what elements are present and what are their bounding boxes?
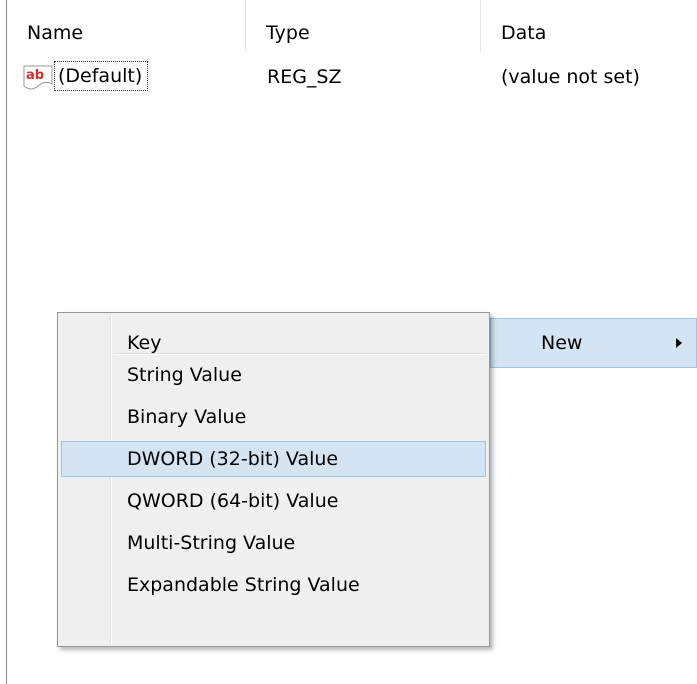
menu-item-binary-value[interactable]: Binary Value [61,399,486,435]
registry-values-pane: Name Type Data ab (Default) REG_SZ (valu… [0,0,697,684]
value-type: REG_SZ [267,66,342,88]
menu-item-multi-string-value[interactable]: Multi-String Value [61,525,486,561]
menu-item-label: String Value [127,364,242,386]
menu-item-expandable-string-value[interactable]: Expandable String Value [61,567,486,603]
menu-item-label: Binary Value [127,406,247,428]
menu-item-label: DWORD (32-bit) Value [127,448,339,470]
new-submenu: Key String Value Binary Value DWORD (32-… [57,312,490,647]
list-header: Name Type Data [7,0,697,52]
menu-separator [114,353,486,355]
value-row-default[interactable]: ab (Default) REG_SZ (value not set) [7,58,697,96]
column-header-data[interactable]: Data [481,0,697,52]
column-header-type[interactable]: Type [246,0,480,52]
column-header-name[interactable]: Name [7,0,245,52]
pane-border [6,0,7,684]
menu-item-key[interactable]: Key [61,325,486,361]
menu-item-label: QWORD (64-bit) Value [127,490,339,512]
menu-item-label: Key [127,332,162,354]
value-name[interactable]: (Default) [53,61,149,91]
menu-item-qword-value[interactable]: QWORD (64-bit) Value [61,483,486,519]
string-value-icon: ab [23,65,53,90]
new-menu-item[interactable]: New [490,318,697,368]
new-menu-label: New [541,332,583,354]
svg-text:ab: ab [26,68,44,83]
submenu-arrow-icon [676,338,682,348]
menu-item-label: Multi-String Value [127,532,296,554]
menu-item-string-value[interactable]: String Value [61,357,486,393]
value-data: (value not set) [501,66,640,88]
menu-item-dword-value[interactable]: DWORD (32-bit) Value [61,441,486,477]
menu-item-label: Expandable String Value [127,574,360,596]
